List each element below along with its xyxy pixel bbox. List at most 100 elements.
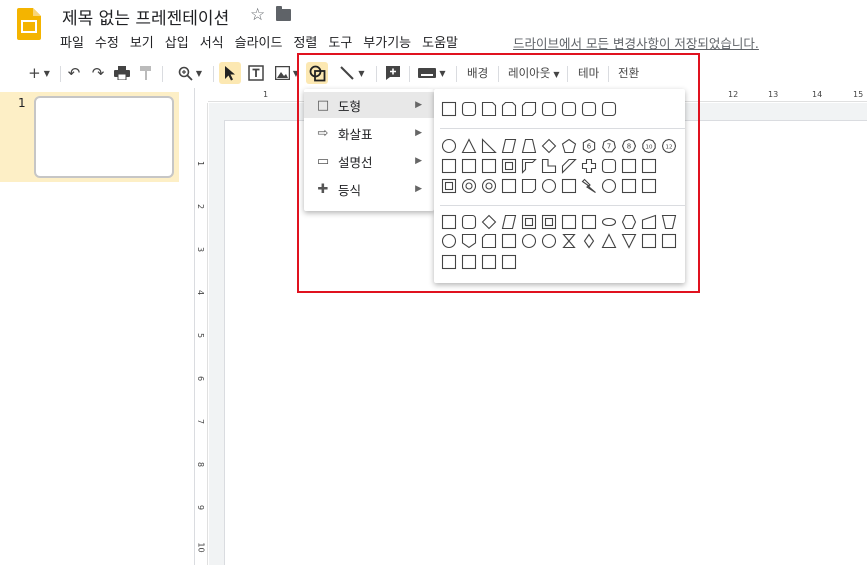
menu-file[interactable]: 파일 xyxy=(60,32,84,52)
chevron-down-icon: ▼ xyxy=(43,68,50,78)
print-button[interactable] xyxy=(112,62,132,84)
ruler-label: 8 xyxy=(196,461,206,468)
menu-insert[interactable]: 삽입 xyxy=(165,32,189,52)
shape-menu-item-arrows[interactable]: ⇨ 화살표 ▶ xyxy=(304,120,434,146)
zoom-button[interactable]: ▼ xyxy=(172,62,208,84)
save-status-link[interactable]: 드라이브에서 모든 변경사항이 저장되었습니다. xyxy=(513,33,759,52)
transition-button[interactable]: 전환 xyxy=(618,65,639,81)
ruler-label: 1 xyxy=(196,160,206,167)
shape-gallery-panel xyxy=(434,89,685,283)
star-icon[interactable]: ☆ xyxy=(250,5,265,25)
document-title[interactable]: 제목 없는 프레젠테이션 xyxy=(62,4,229,29)
ruler-label: 12 xyxy=(728,90,739,99)
shape-tool-button[interactable] xyxy=(306,62,328,84)
arrow-right-icon: ⇨ xyxy=(317,125,329,141)
add-comment-button[interactable] xyxy=(382,62,404,84)
slide-number: 1 xyxy=(18,96,26,110)
layout-button[interactable]: 레이아웃 ▼ xyxy=(508,65,559,81)
shape-menu-item-callouts[interactable]: ▭ 설명선 ▶ xyxy=(304,148,434,174)
shape-menu-label: 도형 xyxy=(338,98,362,114)
toolbar-divider xyxy=(162,66,163,82)
input-tools-button[interactable]: ▼ xyxy=(414,62,450,84)
rectangle-icon: □ xyxy=(316,97,330,113)
line-icon xyxy=(340,66,355,80)
chevron-down-icon: ▼ xyxy=(358,68,365,78)
slide-thumbnail[interactable] xyxy=(34,96,174,178)
toolbar-divider xyxy=(608,66,609,82)
menu-bar: 파일 수정 보기 삽입 서식 슬라이드 정렬 도구 부가기능 도움말 xyxy=(60,32,469,52)
slides-logo-icon[interactable] xyxy=(17,8,41,40)
select-tool-button[interactable] xyxy=(219,62,241,84)
menu-slide[interactable]: 슬라이드 xyxy=(235,32,283,52)
ruler-label: 9 xyxy=(196,504,206,511)
text-box-button[interactable] xyxy=(245,62,267,84)
menu-addons[interactable]: 부가기능 xyxy=(363,32,411,52)
line-tool-button[interactable]: ▼ xyxy=(334,62,370,84)
toolbar-divider xyxy=(376,66,377,82)
panel-divider xyxy=(194,88,195,565)
chevron-down-icon: ▼ xyxy=(195,68,203,78)
insert-image-button[interactable]: ▼ xyxy=(270,62,304,84)
toolbar-divider xyxy=(567,66,568,82)
plus-icon: ✚ xyxy=(317,181,329,197)
print-icon xyxy=(114,66,130,80)
ruler-label: 7 xyxy=(196,418,206,425)
ruler-label: 2 xyxy=(196,203,206,210)
new-slide-button[interactable]: + ▼ xyxy=(22,62,56,84)
folder-icon[interactable] xyxy=(276,6,291,21)
background-button[interactable]: 배경 xyxy=(467,65,488,81)
menu-help[interactable]: 도움말 xyxy=(422,32,458,52)
ruler-label: 3 xyxy=(196,246,206,253)
ruler-label: 5 xyxy=(196,332,206,339)
undo-icon: ↶ xyxy=(67,64,81,82)
submenu-arrow-icon: ▶ xyxy=(415,184,422,194)
theme-button[interactable]: 테마 xyxy=(578,65,599,81)
undo-button[interactable]: ↶ xyxy=(64,62,84,84)
shape-icon xyxy=(309,65,325,81)
toolbar-divider xyxy=(456,66,457,82)
shape-menu-item-equations[interactable]: ✚ 등식 ▶ xyxy=(304,176,434,202)
menu-tools[interactable]: 도구 xyxy=(328,32,352,52)
toolbar: + ▼ ↶ ↷ ▼ ▼ ▼ ▼ 배경 레이아웃 ▼ 테마 전환 xyxy=(16,58,867,88)
ruler-label: 13 xyxy=(768,90,779,99)
submenu-arrow-icon: ▶ xyxy=(415,156,422,166)
ruler-label: 4 xyxy=(196,289,206,296)
toolbar-divider xyxy=(213,66,214,82)
toolbar-divider xyxy=(409,66,410,82)
gallery-divider xyxy=(440,205,685,206)
redo-button[interactable]: ↷ xyxy=(88,62,108,84)
submenu-arrow-icon: ▶ xyxy=(415,100,422,110)
callout-icon: ▭ xyxy=(316,153,330,169)
zoom-icon xyxy=(178,66,193,81)
layout-button-label: 레이아웃 xyxy=(508,66,551,80)
toolbar-divider xyxy=(498,66,499,82)
keyboard-icon xyxy=(418,68,437,78)
toolbar-divider xyxy=(60,66,61,82)
image-icon xyxy=(274,66,290,80)
shape-menu-label: 등식 xyxy=(338,182,362,198)
menu-view[interactable]: 보기 xyxy=(130,32,154,52)
shape-menu-item-shapes[interactable]: □ 도형 ▶ xyxy=(304,92,434,118)
cursor-icon xyxy=(225,66,235,81)
chevron-down-icon: ▼ xyxy=(553,70,560,79)
ruler-label: 10 xyxy=(196,542,206,553)
menu-edit[interactable]: 수정 xyxy=(95,32,119,52)
comment-plus-icon xyxy=(386,66,400,80)
paint-format-button[interactable] xyxy=(136,62,156,84)
text-box-icon xyxy=(248,65,264,81)
ruler-label: 15 xyxy=(853,90,864,99)
menu-format[interactable]: 서식 xyxy=(200,32,224,52)
menu-arrange[interactable]: 정렬 xyxy=(293,32,317,52)
paint-format-icon xyxy=(140,66,151,80)
vertical-ruler[interactable]: 1 2 3 4 5 6 7 8 9 10 xyxy=(196,103,208,565)
gallery-divider xyxy=(440,128,685,129)
ruler-label: 1 xyxy=(263,90,269,99)
ruler-label: 6 xyxy=(196,375,206,382)
chevron-down-icon: ▼ xyxy=(292,68,300,78)
shape-menu: □ 도형 ▶ ⇨ 화살표 ▶ ▭ 설명선 ▶ ✚ 등식 ▶ xyxy=(304,89,434,211)
ruler-label: 14 xyxy=(812,90,823,99)
chevron-down-icon: ▼ xyxy=(439,68,446,78)
shape-menu-label: 설명선 xyxy=(338,154,373,170)
plus-icon: + xyxy=(28,64,41,82)
submenu-arrow-icon: ▶ xyxy=(415,128,422,138)
